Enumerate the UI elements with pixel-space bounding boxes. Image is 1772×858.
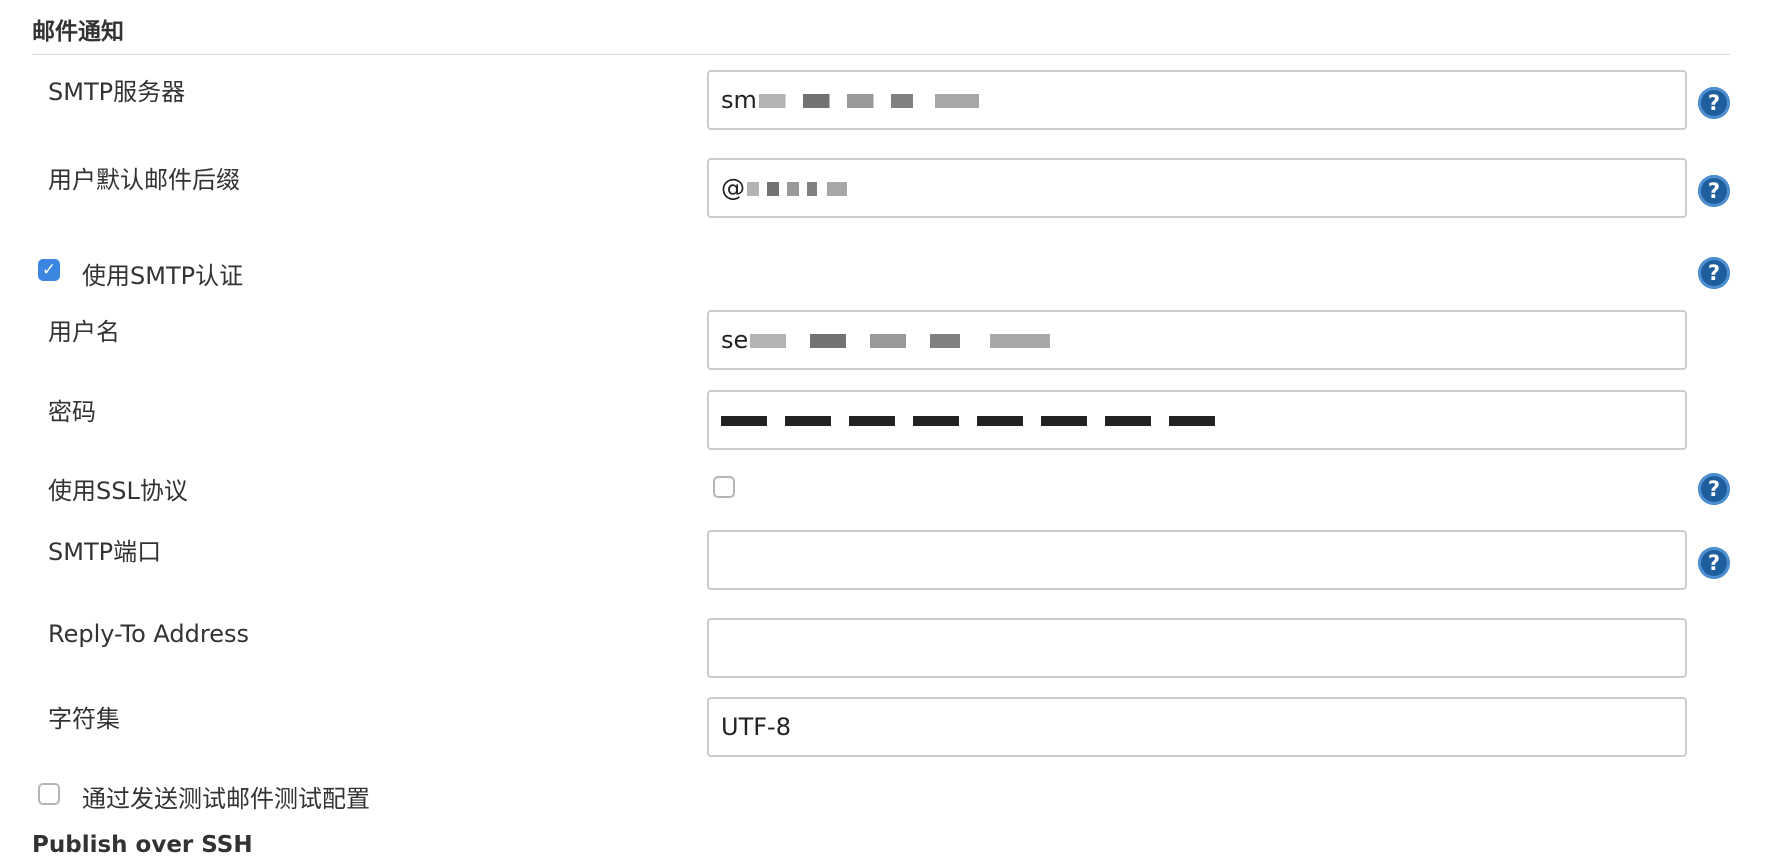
test-config-checkbox[interactable] — [38, 783, 60, 805]
redacted-text — [747, 182, 847, 196]
smtp-server-value: sm — [721, 86, 757, 114]
username-label: 用户名 — [48, 318, 120, 346]
section-title: 邮件通知 — [32, 19, 124, 45]
help-icon[interactable]: ? — [1698, 87, 1730, 119]
username-value: se — [721, 326, 749, 354]
help-icon[interactable]: ? — [1698, 473, 1730, 505]
next-section-title: Publish over SSH — [32, 832, 253, 858]
redacted-text — [758, 94, 979, 108]
reply-to-input[interactable] — [707, 618, 1687, 678]
help-icon[interactable]: ? — [1698, 257, 1730, 289]
password-mask — [721, 416, 1231, 426]
smtp-server-label: SMTP服务器 — [48, 78, 186, 106]
use-ssl-label: 使用SSL协议 — [48, 477, 188, 505]
help-icon[interactable]: ? — [1698, 547, 1730, 579]
smtp-auth-label: 使用SMTP认证 — [82, 262, 244, 290]
charset-label: 字符集 — [48, 705, 120, 733]
default-suffix-label: 用户默认邮件后缀 — [48, 166, 240, 194]
smtp-auth-checkbox[interactable]: ✓ — [38, 259, 60, 281]
redacted-text — [750, 334, 1051, 348]
reply-to-label: Reply-To Address — [48, 620, 249, 648]
password-label: 密码 — [48, 398, 96, 426]
password-input[interactable] — [707, 390, 1687, 450]
charset-input[interactable]: UTF-8 — [707, 697, 1687, 757]
default-suffix-value: @ — [721, 174, 745, 202]
username-input[interactable]: se — [707, 310, 1687, 370]
smtp-port-input[interactable] — [707, 530, 1687, 590]
test-config-label: 通过发送测试邮件测试配置 — [82, 785, 370, 813]
section-divider — [32, 54, 1730, 55]
smtp-server-input[interactable]: sm — [707, 70, 1687, 130]
charset-value: UTF-8 — [721, 713, 791, 741]
help-icon[interactable]: ? — [1698, 175, 1730, 207]
smtp-port-label: SMTP端口 — [48, 538, 162, 566]
use-ssl-checkbox[interactable] — [713, 476, 735, 498]
default-suffix-input[interactable]: @ — [707, 158, 1687, 218]
